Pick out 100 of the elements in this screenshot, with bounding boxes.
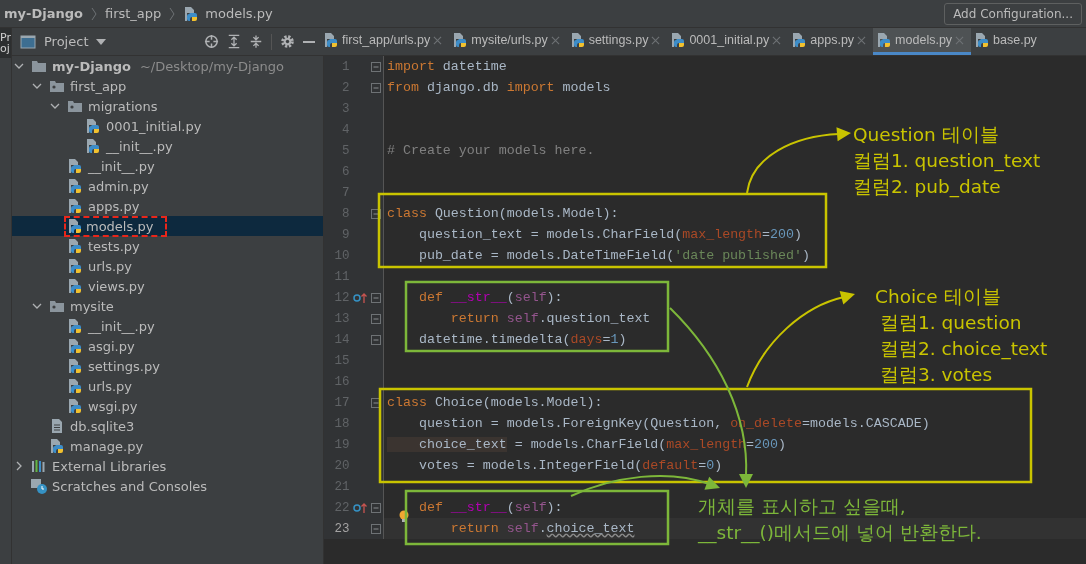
editor-tab[interactable]: models.py <box>873 28 972 55</box>
code-line: question_text = models.CharField(max_length=200) <box>417 227 802 242</box>
fold-icon[interactable] <box>371 208 382 219</box>
tree-item[interactable]: asgi.py <box>86 337 137 355</box>
code-line: # Create your models here. <box>387 143 595 158</box>
tree-item[interactable]: db.sqlite3 <box>68 417 137 435</box>
annotation-text: 컬럼2. choice_text <box>879 337 1048 362</box>
python-file-icon <box>67 338 83 354</box>
python-file-icon <box>569 32 586 48</box>
expand-chevron-icon[interactable] <box>32 81 42 91</box>
code-line: return self.choice_text <box>449 521 635 536</box>
project-path: ~/Desktop/my-Django <box>139 58 285 74</box>
code-line: from django.db import models <box>387 80 611 95</box>
chevron-icon <box>169 6 176 21</box>
tree-item[interactable]: __init__.py <box>86 317 157 335</box>
folder-icon <box>31 58 47 74</box>
code-line: votes = models.IntegerField(default=0) <box>417 458 723 473</box>
expand-chevron-icon[interactable] <box>14 61 24 71</box>
code-line: pub_date = models.DateTimeField('date published') <box>417 248 810 263</box>
annotation-text: 컬럼1. question_text <box>853 149 1041 174</box>
close-icon[interactable] <box>651 35 661 45</box>
settings-icon[interactable] <box>280 34 295 49</box>
tree-item[interactable]: views.py <box>86 277 147 295</box>
python-file-icon <box>876 32 893 48</box>
editor-tab[interactable]: mysite/urls.py <box>449 28 567 55</box>
python-file-icon <box>67 398 83 414</box>
annotation-text: Choice 테이블 <box>875 285 1002 309</box>
breadcrumb-item[interactable]: my-Django <box>4 6 83 21</box>
editor-tab[interactable]: 0001_initial.py <box>667 28 789 55</box>
close-icon[interactable] <box>550 35 560 45</box>
tree-item[interactable]: first_app <box>68 77 129 95</box>
code-line: def __str__(self): <box>417 290 563 305</box>
line-number: 23 <box>333 521 350 536</box>
close-icon[interactable] <box>772 35 782 45</box>
code-line: datetime.timedelta(days=1) <box>417 332 627 347</box>
panel-title[interactable]: Project <box>44 34 89 49</box>
editor-tab[interactable]: apps.py <box>788 28 874 55</box>
tree-item[interactable]: wsgi.py <box>86 397 140 415</box>
tree-item[interactable]: __init__.py <box>104 137 175 155</box>
close-icon[interactable] <box>433 35 443 45</box>
python-file-icon <box>67 358 83 374</box>
python-file-icon <box>183 5 200 22</box>
locate-icon[interactable] <box>204 34 219 49</box>
breadcrumb-item[interactable]: first_app <box>104 6 162 21</box>
fold-icon[interactable] <box>371 397 382 408</box>
libraries-icon <box>31 458 47 474</box>
tree-item[interactable]: tests.py <box>86 237 142 255</box>
tree-item[interactable]: manage.py <box>68 437 146 455</box>
close-icon[interactable] <box>857 35 867 45</box>
python-file-icon <box>974 32 991 48</box>
tree-item[interactable]: my-Django <box>50 57 133 75</box>
editor-tab[interactable]: first_app/urls.py <box>320 28 450 55</box>
python-file-icon <box>49 438 65 454</box>
tree-item[interactable]: __init__.py <box>86 157 157 175</box>
expand-chevron-icon[interactable] <box>50 101 60 111</box>
lightbulb-icon[interactable] <box>398 510 410 524</box>
tree-item[interactable]: migrations <box>86 97 160 115</box>
tree-item[interactable]: 0001_initial.py <box>104 117 204 135</box>
expand-all-icon[interactable] <box>227 34 241 49</box>
editor-tab[interactable]: settings.py <box>566 28 668 55</box>
python-file-icon <box>67 158 83 174</box>
python-file-icon <box>67 218 83 234</box>
python-file-icon <box>67 198 83 214</box>
caret-icon[interactable] <box>96 38 107 45</box>
python-file-icon <box>67 258 83 274</box>
tree-item[interactable]: models.py <box>66 217 166 235</box>
code-line: return self.question_text <box>449 311 651 326</box>
project-tool-tab[interactable]: Proj <box>0 28 11 58</box>
tree-item[interactable]: urls.py <box>86 377 135 395</box>
tree-item[interactable]: mysite <box>68 297 116 315</box>
tree-item[interactable]: Scratches and Consoles <box>50 477 210 495</box>
override-marker-icon[interactable] <box>353 291 368 304</box>
python-file-icon <box>791 32 808 48</box>
minimize-icon[interactable] <box>303 40 315 43</box>
python-file-icon <box>67 278 83 294</box>
expand-chevron-icon[interactable] <box>32 301 42 311</box>
code-line: class Choice(models.Model): <box>387 395 603 410</box>
collapse-all-icon[interactable] <box>249 34 263 49</box>
tree-item[interactable]: External Libraries <box>50 457 169 475</box>
override-marker-icon[interactable] <box>353 501 368 514</box>
annotation-text: 컬럼3. votes <box>879 363 994 387</box>
tree-item[interactable]: urls.py <box>86 257 135 275</box>
annotation-text: 개체를 표시하고 싶을때, <box>698 495 907 519</box>
add-configuration-button[interactable]: Add Configuration... <box>944 2 1082 25</box>
tree-item[interactable]: admin.py <box>86 177 151 195</box>
tree-item[interactable]: apps.py <box>86 197 142 215</box>
editor-tab[interactable]: base.py <box>971 28 1044 55</box>
python-file-icon <box>452 32 469 48</box>
python-file-icon <box>323 32 339 48</box>
tree-item[interactable]: settings.py <box>86 357 162 375</box>
python-file-icon <box>85 118 101 134</box>
breadcrumb-item[interactable]: models.py <box>205 6 273 21</box>
package-folder-icon <box>49 78 65 94</box>
python-file-icon <box>85 138 101 154</box>
python-file-icon <box>67 318 83 334</box>
annotation-text: __str__()메서드에 넣어 반환한다. <box>698 521 982 546</box>
window-icon <box>20 33 36 50</box>
collapse-chevron-icon[interactable] <box>14 461 24 471</box>
python-file-icon <box>67 238 83 254</box>
scratches-icon <box>31 478 47 494</box>
